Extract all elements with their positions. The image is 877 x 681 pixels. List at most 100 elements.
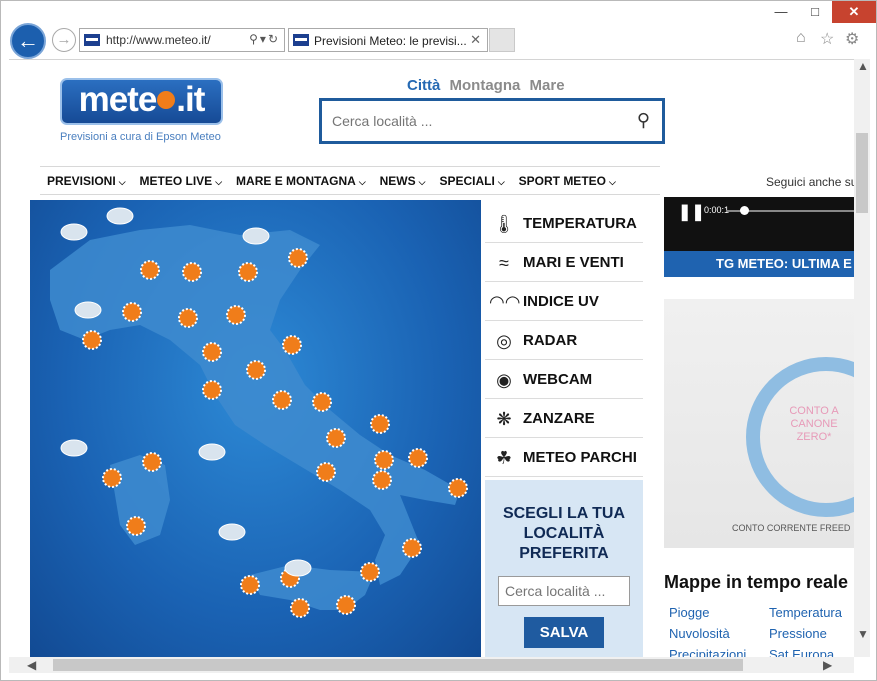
sun-icon (326, 428, 346, 448)
sun-icon (336, 595, 356, 615)
scroll-left-icon[interactable]: ◀ (27, 658, 36, 672)
tab-montagna[interactable]: Montagna (450, 77, 521, 94)
side-link-radar[interactable]: ◎ RADAR (485, 321, 643, 360)
chevron-down-icon: ⌵ (608, 177, 616, 187)
follow-us-text: Seguici anche su (766, 175, 854, 189)
chevron-down-icon: ⌵ (418, 177, 426, 187)
tab-citta[interactable]: Città (407, 77, 440, 94)
video-progress-handle[interactable] (740, 206, 749, 215)
menu-meteo-live[interactable]: METEO LIVE ⌵ (133, 167, 230, 194)
side-link-mari-e-venti[interactable]: ≈ MARI E VENTI (485, 243, 643, 282)
sun-icon (370, 414, 390, 434)
park-icon: ☘ (495, 448, 513, 468)
radar-icon: ◎ (496, 331, 512, 351)
thermometer-icon: 🌡 (492, 214, 516, 234)
map-link-pressione[interactable]: Pressione (769, 626, 827, 641)
sun-icon (402, 538, 422, 558)
tab-close-icon[interactable]: ✕ (470, 32, 481, 48)
sun-icon (142, 452, 162, 472)
sun-icon (290, 598, 310, 618)
side-link-zanzare[interactable]: ❋ ZANZARE (485, 399, 643, 438)
search-tabs: Città Montagna Mare (407, 77, 570, 94)
horizontal-scroll-thumb[interactable] (53, 659, 743, 671)
sun-icon (316, 462, 336, 482)
scroll-up-icon[interactable]: ▲ (857, 59, 869, 73)
sun-icon (238, 262, 258, 282)
site-logo[interactable]: mete .it (60, 78, 223, 125)
pause-icon[interactable]: ❚❚ (678, 202, 705, 222)
dropdown-chevron-icon[interactable]: ▾ (260, 32, 268, 46)
video-caption[interactable]: TG METEO: ULTIMA E (664, 251, 854, 277)
side-links: 🌡 TEMPERATURA ≈ MARI E VENTI ◠◠ INDICE UV ◎… (485, 204, 643, 477)
menu-news[interactable]: NEWS ⌵ (373, 167, 433, 194)
chevron-down-icon: ⌵ (497, 177, 505, 187)
side-link-webcam[interactable]: ◉ WEBCAM (485, 360, 643, 399)
tab-meteo[interactable]: Previsioni Meteo: le previsi... ✕ (288, 28, 488, 52)
sun-icon (126, 516, 146, 536)
sun-icon (246, 360, 266, 380)
sun-icon (282, 335, 302, 355)
forward-arrow-icon[interactable]: → (52, 28, 76, 52)
cloud-icon (242, 227, 270, 245)
advertisement[interactable]: CONTO A CANONE ZERO* CONTO CORRENTE FREE… (664, 299, 854, 548)
scroll-down-icon[interactable]: ▼ (857, 627, 869, 641)
map-link-piogge[interactable]: Piogge (669, 605, 709, 620)
sun-icon (202, 342, 222, 362)
cloud-icon (218, 523, 246, 541)
sun-icon (122, 302, 142, 322)
save-button[interactable]: SALVA (524, 617, 604, 648)
cloud-icon (74, 301, 102, 319)
video-player[interactable]: ❚❚ 0:00:1 (664, 197, 854, 251)
tab-title: Previsioni Meteo: le previsi... (314, 34, 467, 48)
menu-mare-e-montagna[interactable]: MARE E MONTAGNA ⌵ (229, 167, 373, 194)
menu-sport-meteo[interactable]: SPORT METEO ⌵ (512, 167, 623, 194)
preferred-title: SCEGLI LA TUA LOCALITÀ PREFERITA (502, 505, 626, 562)
map-link-precipitazioni[interactable]: Precipitazioni (669, 647, 746, 657)
search-input[interactable] (332, 111, 612, 131)
map-link-nuvolosita[interactable]: Nuvolosità (669, 626, 730, 641)
logo-sun-icon (157, 91, 176, 109)
tab-mare[interactable]: Mare (530, 77, 565, 94)
chevron-down-icon: ⌵ (215, 177, 223, 187)
cloud-icon (106, 207, 134, 225)
side-link-temperatura[interactable]: 🌡 TEMPERATURA (485, 204, 643, 243)
map-link-sat-europa[interactable]: Sat Europa (769, 647, 834, 657)
search-icon[interactable]: ⚲ (249, 32, 260, 46)
wind-waves-icon: ≈ (499, 253, 509, 273)
sun-icon (408, 448, 428, 468)
home-icon[interactable]: ⌂ (796, 29, 806, 47)
sun-icon (288, 248, 308, 268)
chevron-down-icon: ⌵ (358, 177, 366, 187)
gear-icon[interactable]: ⚙ (845, 29, 859, 49)
horizontal-scrollbar[interactable]: ◀ ▶ (9, 657, 854, 673)
sun-icon (374, 450, 394, 470)
map-link-temperatura[interactable]: Temperatura (769, 605, 842, 620)
sun-icon (140, 260, 160, 280)
side-link-indice-uv[interactable]: ◠◠ INDICE UV (485, 282, 643, 321)
scroll-right-icon[interactable]: ▶ (823, 658, 832, 672)
preferred-location-input[interactable] (498, 576, 630, 606)
main-menu: PREVISIONI ⌵ METEO LIVE ⌵ MARE E MONTAGNA ⌵… (40, 166, 660, 195)
new-tab-button[interactable] (489, 28, 515, 52)
url-text: http://www.meteo.it/ (106, 33, 211, 47)
sun-icon (372, 470, 392, 490)
address-bar[interactable]: http://www.meteo.it/ ⚲▾↻ (79, 28, 285, 52)
cloud-icon (60, 223, 88, 241)
sun-icon (240, 575, 260, 595)
menu-previsioni[interactable]: PREVISIONI ⌵ (40, 167, 133, 194)
vertical-scroll-thumb[interactable] (856, 133, 868, 213)
navigation-bar: ← → http://www.meteo.it/ ⚲▾↻ Previsioni … (1, 19, 877, 59)
cloud-icon (198, 443, 226, 461)
menu-speciali[interactable]: SPECIALI ⌵ (432, 167, 511, 194)
weather-map[interactable] (30, 200, 481, 657)
side-link-meteo-parchi[interactable]: ☘ METEO PARCHI (485, 438, 643, 477)
vertical-scrollbar[interactable]: ▲ ▼ (854, 59, 870, 657)
refresh-icon[interactable]: ↻ (268, 32, 280, 46)
chevron-down-icon: ⌵ (118, 177, 126, 187)
star-icon[interactable]: ☆ (820, 29, 834, 49)
sun-icon (272, 390, 292, 410)
cloud-icon (284, 559, 312, 577)
back-arrow-icon[interactable]: ← (10, 23, 46, 59)
sunglasses-icon: ◠◠ (489, 292, 521, 312)
search-icon[interactable]: ⚲ (637, 110, 650, 131)
